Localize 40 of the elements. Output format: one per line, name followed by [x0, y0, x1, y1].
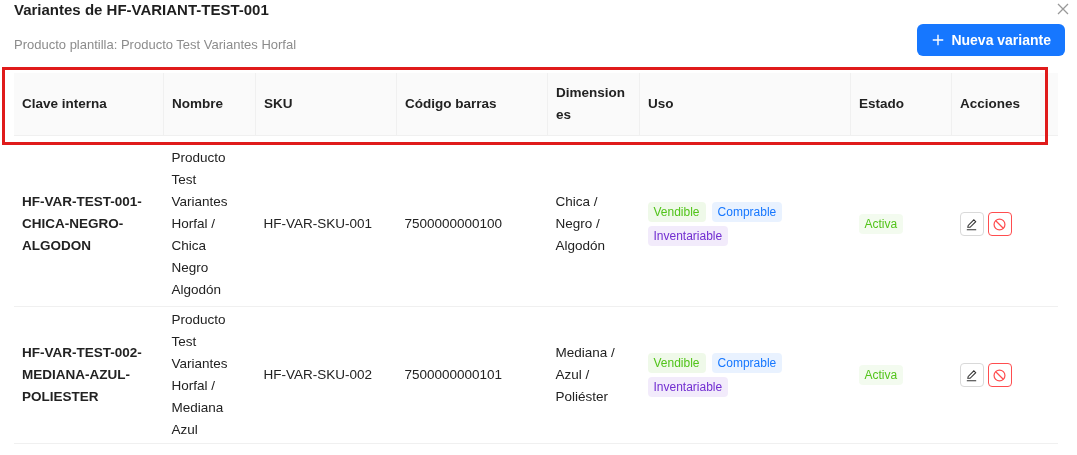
table-cell: Producto Test Variantes Horfal / Mediana Azul	[163, 306, 256, 444]
edit-button[interactable]	[959, 212, 984, 236]
dialog-title: Variantes de HF-VARIANT-TEST-001	[14, 0, 269, 18]
column-header: SKU	[255, 73, 397, 136]
status-tag: Activa	[858, 365, 904, 385]
table-cell: HF-VAR-TEST-001-CHICA-NEGRO-ALGODON	[14, 135, 164, 307]
disable-button[interactable]	[987, 363, 1012, 387]
table-cell: Producto Test Variantes Horfal / Chica Negro Algodón	[163, 135, 256, 307]
edit-button[interactable]	[959, 363, 984, 387]
table-cell: Mediana / Azul / Poliéster	[547, 306, 640, 444]
usage-tag: Vendible	[647, 353, 706, 373]
new-variant-button[interactable]: Nueva variante	[917, 24, 1065, 56]
table-cell: 7500000000100	[396, 135, 548, 307]
usage-tag: Comprable	[711, 353, 783, 373]
column-header: Acciones	[951, 73, 1058, 136]
usage-tag: Vendible	[647, 202, 706, 222]
usage-tag: Inventariable	[647, 377, 729, 397]
close-icon	[1055, 1, 1071, 17]
usage-tag: Comprable	[711, 202, 783, 222]
subtitle: Producto plantilla: Producto Test Variantes Horfal	[14, 36, 297, 52]
ban-icon	[992, 367, 1007, 383]
table-cell: Chica / Negro / Algodón	[547, 135, 640, 307]
table-cell: 7500000000101	[396, 306, 548, 444]
column-header: Nombre	[163, 73, 256, 136]
plus-icon	[931, 33, 946, 47]
column-header: Uso	[639, 73, 851, 136]
table-cell: HF-VAR-SKU-001	[255, 135, 397, 307]
pencil-icon	[964, 367, 979, 383]
disable-button[interactable]	[987, 212, 1012, 236]
usage-tag: Inventariable	[647, 226, 729, 246]
column-header: Código barras	[396, 73, 548, 136]
column-header: Clave interna	[14, 73, 164, 136]
table-cell: HF-VAR-TEST-002-MEDIANA-AZUL-POLIESTER	[14, 306, 164, 444]
pencil-icon	[964, 216, 979, 232]
status-tag: Activa	[858, 214, 904, 234]
column-header: Dimensiones	[547, 73, 640, 136]
column-header: Estado	[850, 73, 952, 136]
table-cell: HF-VAR-SKU-002	[255, 306, 397, 444]
ban-icon	[992, 216, 1007, 232]
close-button[interactable]	[1055, 1, 1071, 17]
